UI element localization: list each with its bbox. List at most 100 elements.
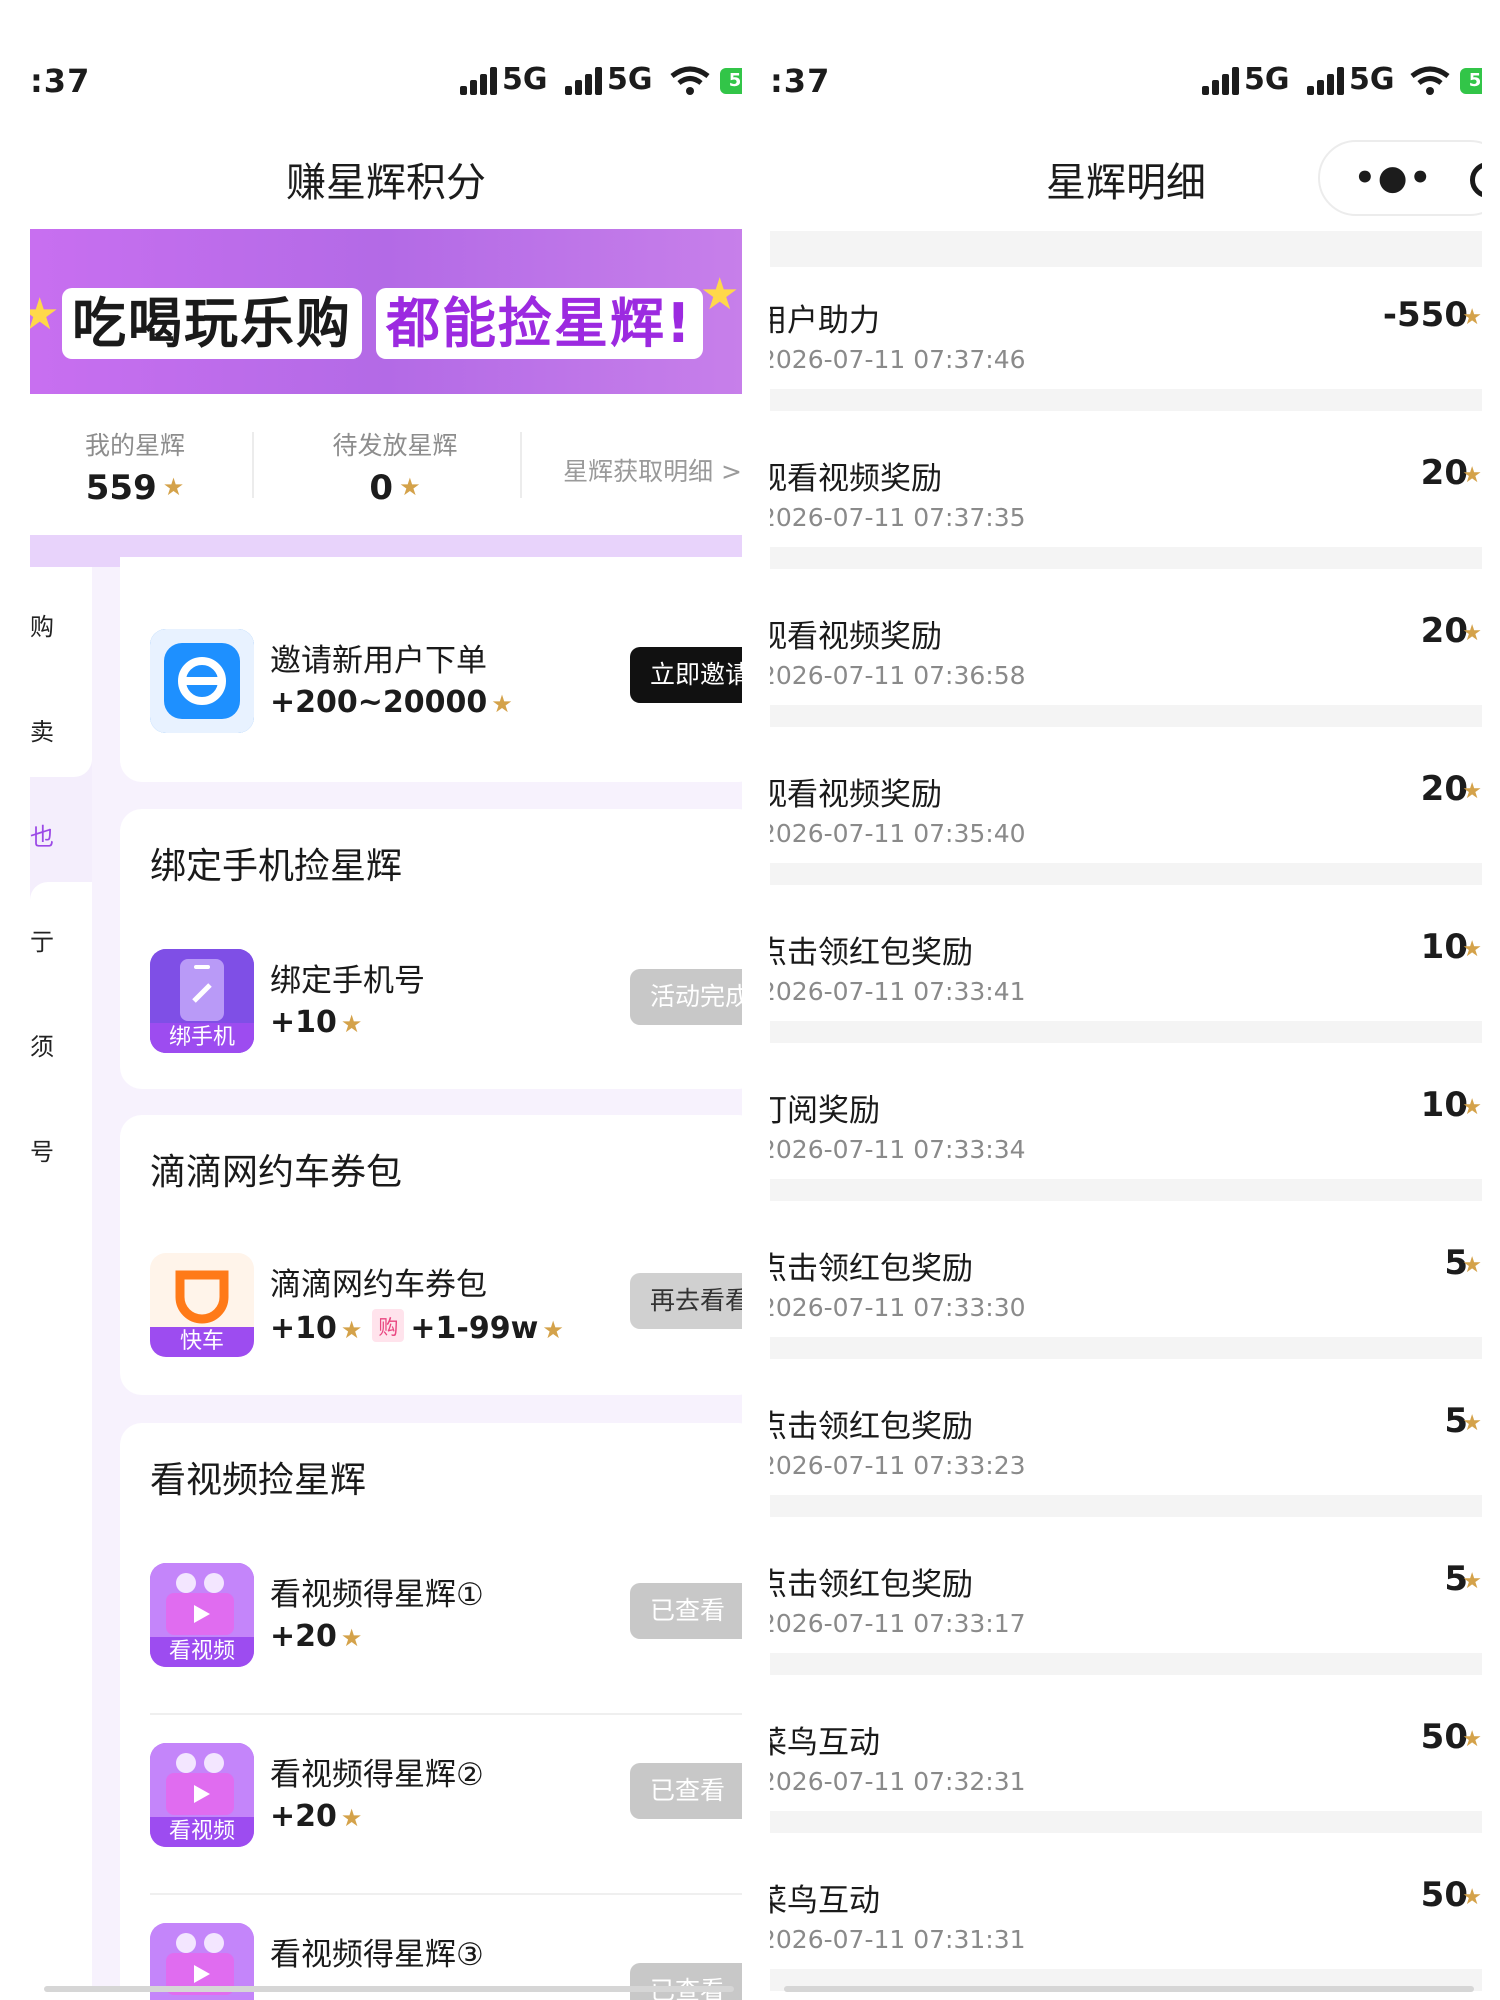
- task-name: 邀请新用户下单: [270, 643, 487, 679]
- points-detail-screen: :37 5G 5G 5 星辉明细 •●• 用户助力 2026-07-11 07:3…: [770, 0, 1482, 2000]
- invite-app-icon: [150, 629, 254, 733]
- record-time: 2026-07-11 07:33:34: [770, 1135, 1026, 1164]
- my-points[interactable]: 我的星辉 559 ★: [60, 426, 210, 508]
- promo-banner[interactable]: ★ ★ 吃喝玩乐购 都能捡星辉!: [30, 229, 742, 394]
- status-time: :37: [30, 62, 91, 100]
- signal-1: 5G: [460, 62, 548, 97]
- pending-points-value: 0: [369, 468, 394, 508]
- home-indicator: [44, 1986, 734, 1992]
- card-title: 看视频捡星辉: [150, 1460, 367, 1501]
- icon-label: 看视频: [150, 1817, 254, 1847]
- record-separator: [770, 1337, 1482, 1359]
- record-time: 2026-07-11 07:31:31: [770, 1925, 1026, 1954]
- record-name: 观看视频奖励: [770, 461, 942, 497]
- task-name: 绑定手机号: [270, 963, 425, 999]
- battery-icon: 5: [1460, 68, 1482, 94]
- icon-label: 绑手机: [150, 1023, 254, 1053]
- record-row: 菜鸟互动 2026-07-11 07:31:31 50 ★: [770, 1847, 1482, 1969]
- status-bar: :37 5G 5G 5: [770, 58, 1482, 108]
- my-points-label: 我的星辉: [84, 431, 185, 460]
- pending-points[interactable]: 待发放星辉 0 ★: [310, 426, 480, 508]
- record-value: 10: [1420, 927, 1468, 967]
- signal-1: 5G: [1202, 62, 1290, 97]
- invite-button[interactable]: 立即邀请: [630, 647, 742, 703]
- video-task-1: 看视频 看视频得星辉① +20 ★ 已查看: [150, 1563, 742, 1673]
- record-separator: [770, 1021, 1482, 1043]
- record-value: -550: [1382, 295, 1468, 335]
- record-row: 用户助力 2026-07-11 07:37:46 -550 ★: [770, 267, 1482, 389]
- more-icon[interactable]: •●•: [1354, 158, 1433, 198]
- bind-phone-done-button[interactable]: 活动完成: [630, 969, 742, 1025]
- record-name: 观看视频奖励: [770, 619, 942, 655]
- my-points-value: 559: [85, 468, 157, 508]
- record-name: 点击领红包奖励: [770, 1251, 973, 1287]
- network-label: 5G: [1244, 62, 1290, 97]
- task-list: 邀请新用户下单 +200~20000 ★ 立即邀请 绑定手机捡星辉 绑手机 绑定…: [92, 557, 742, 2000]
- star-icon: ★: [1462, 1411, 1482, 1436]
- reward-value: +10: [270, 1005, 337, 1040]
- shop-tag: 购: [372, 1309, 405, 1342]
- divider: [252, 432, 254, 498]
- record-name: 订阅奖励: [770, 1093, 880, 1129]
- star-icon: ★: [340, 1316, 363, 1344]
- sidenav-item[interactable]: 购: [30, 607, 54, 642]
- reward-value: +20: [270, 1619, 337, 1654]
- points-detail-link[interactable]: 星辉获取明细 >: [563, 452, 742, 488]
- task-reward: +20 ★: [270, 1619, 366, 1654]
- star-icon: ★: [1462, 1727, 1482, 1752]
- record-separator: [770, 1495, 1482, 1517]
- video-camera-icon: 看视频: [150, 1563, 254, 1667]
- didi-card: 滴滴网约车券包 快车 滴滴网约车券包 +10 ★ 购 +1-99w ★ 再去看看: [120, 1115, 742, 1395]
- wifi-icon: [670, 66, 710, 95]
- mini-program-capsule: •●•: [1318, 140, 1482, 216]
- banner-text: 吃喝玩乐购 都能捡星辉!: [62, 279, 703, 359]
- divider: [150, 1713, 742, 1715]
- record-row: 订阅奖励 2026-07-11 07:33:34 10 ★: [770, 1057, 1482, 1179]
- signal-2: 5G: [1307, 62, 1395, 97]
- record-time: 2026-07-11 07:32:31: [770, 1767, 1026, 1796]
- icon-label: 快车: [150, 1327, 254, 1357]
- task-reward: +10 ★: [270, 1005, 366, 1040]
- side-nav: 购 卖 也 亍 须 号: [30, 567, 92, 1987]
- viewed-button[interactable]: 已查看: [630, 1963, 742, 2000]
- earn-points-screen: :37 5G 5G 5 赚星辉积分 ★ ★ 吃喝玩乐购 都能捡星辉! 我的星辉 5…: [30, 0, 742, 2000]
- star-icon: ★: [700, 269, 740, 320]
- signal-bars-icon: [1202, 66, 1240, 95]
- record-name: 观看视频奖励: [770, 777, 942, 813]
- star-icon: ★: [1462, 621, 1482, 646]
- star-icon: ★: [542, 1316, 564, 1344]
- record-value: 20: [1420, 611, 1468, 651]
- status-time: :37: [770, 62, 831, 100]
- record-time: 2026-07-11 07:35:40: [770, 819, 1026, 848]
- pending-points-label: 待发放星辉: [332, 431, 458, 460]
- star-icon: ★: [340, 1624, 363, 1652]
- record-value: 50: [1420, 1717, 1468, 1757]
- record-separator: [770, 863, 1482, 885]
- sidenav-item[interactable]: 亍: [30, 922, 54, 957]
- viewed-button[interactable]: 已查看: [630, 1583, 742, 1639]
- sidenav-item-active[interactable]: 也: [30, 817, 54, 852]
- sidenav-item[interactable]: 须: [30, 1027, 54, 1062]
- bind-phone-task: 绑手机 绑定手机号 +10 ★ 活动完成: [150, 949, 742, 1059]
- video-card: 看视频捡星辉 看视频 看视频得星辉① +20 ★ 已查看 看视频 看视频得星辉②…: [120, 1423, 742, 2000]
- divider: [520, 432, 522, 498]
- record-time: 2026-07-11 07:33:23: [770, 1451, 1026, 1480]
- close-icon[interactable]: [1470, 162, 1482, 198]
- sidenav-item[interactable]: 卖: [30, 712, 54, 747]
- task-reward: +10 ★ 购 +1-99w ★: [270, 1309, 568, 1346]
- record-value: 20: [1420, 769, 1468, 809]
- record-separator: [770, 1179, 1482, 1201]
- star-icon: ★: [491, 690, 513, 718]
- star-icon: ★: [340, 1010, 363, 1038]
- record-time: 2026-07-11 07:33:30: [770, 1293, 1026, 1322]
- didi-view-again-button[interactable]: 再去看看: [630, 1273, 742, 1329]
- signal-bars-icon: [1307, 66, 1345, 95]
- card-title: 滴滴网约车券包: [150, 1152, 403, 1193]
- invite-card: 邀请新用户下单 +200~20000 ★ 立即邀请: [120, 557, 742, 782]
- viewed-button[interactable]: 已查看: [630, 1763, 742, 1819]
- sidenav-item[interactable]: 号: [30, 1132, 54, 1167]
- record-time: 2026-07-11 07:33:17: [770, 1609, 1026, 1638]
- record-value: 10: [1420, 1085, 1468, 1125]
- record-separator: [770, 1811, 1482, 1833]
- network-label: 5G: [502, 62, 548, 97]
